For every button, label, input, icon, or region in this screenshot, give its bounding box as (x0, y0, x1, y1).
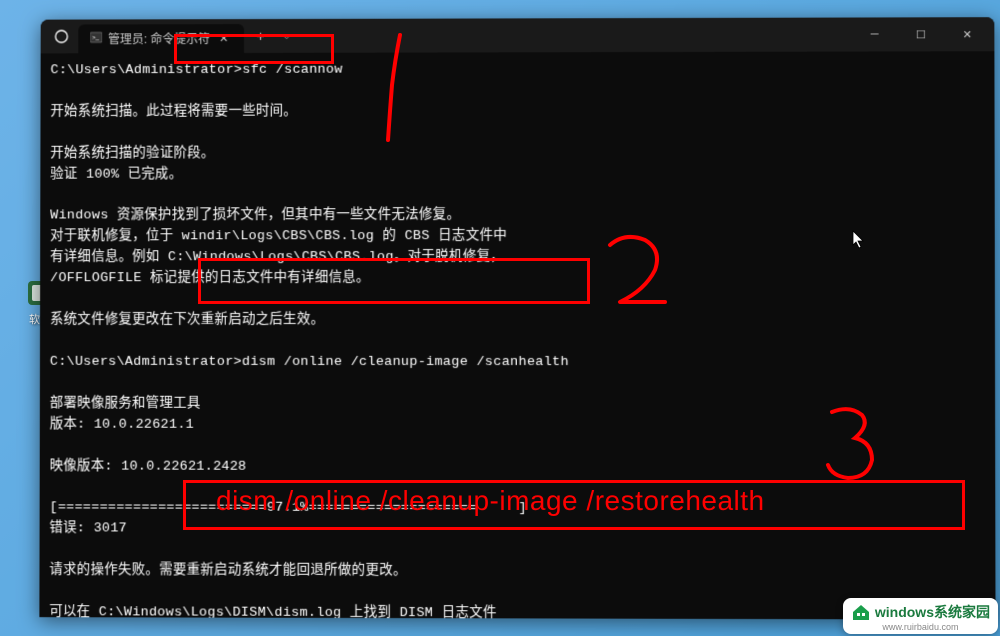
output-line: 有详细信息。例如 C:\Windows\Logs\CBS\CBS.log。对于脱… (50, 250, 504, 265)
output-line: 开始系统扫描的验证阶段。 (50, 146, 214, 161)
terminal-output[interactable]: C:\Users\Administrator>sfc /scannow 开始系统… (39, 51, 995, 619)
minimize-button[interactable]: ─ (852, 18, 898, 50)
active-tab[interactable]: >_ 管理员: 命令提示符 ✕ (78, 24, 243, 53)
close-button[interactable]: ✕ (944, 18, 990, 50)
tab-close-button[interactable]: ✕ (216, 30, 232, 46)
output-line: 映像版本: 10.0.22621.2428 (50, 459, 247, 474)
prompt: C:\Users\Administrator> (50, 355, 242, 370)
cmd-icon: >_ (90, 31, 102, 46)
terminal-window: >_ 管理员: 命令提示符 ✕ + ⌵ ─ ☐ ✕ C:\Users\Admin… (39, 17, 995, 619)
output-line: /OFFLOGFILE 标记提供的日志文件中有详细信息。 (50, 271, 370, 286)
output-line: Windows 资源保护找到了损坏文件，但其中有一些文件无法修复。 (50, 209, 460, 224)
prompt: C:\Users\Administrator> (50, 63, 242, 78)
output-line: 部署映像服务和管理工具 (50, 396, 201, 411)
output-line: 验证 100% 已完成。 (50, 167, 182, 182)
watermark: windows系统家园 www.ruirbaidu.com (843, 598, 998, 634)
progress-bar: [=========================97.1%=========… (50, 501, 527, 517)
new-tab-button[interactable]: + (248, 23, 274, 49)
svg-text:>_: >_ (92, 35, 99, 41)
app-icon (53, 28, 71, 46)
tab-dropdown[interactable]: ⌵ (274, 30, 300, 41)
tab-title: 管理员: 命令提示符 (108, 30, 210, 47)
house-icon (851, 602, 871, 622)
command-text: sfc /scannow (242, 63, 342, 78)
output-line: 请求的操作失败。需要重新启动系统才能回退所做的更改。 (49, 563, 406, 579)
output-line: 对于联机修复，位于 windir\Logs\CBS\CBS.log 的 CBS … (50, 229, 507, 244)
command-text: dism /online /cleanup-image /scanhealth (242, 355, 569, 370)
watermark-title: windows系统家园 (875, 602, 990, 622)
titlebar[interactable]: >_ 管理员: 命令提示符 ✕ + ⌵ ─ ☐ ✕ (41, 17, 995, 53)
output-line: 可以在 C:\Windows\Logs\DISM\dism.log 上找到 DI… (49, 605, 496, 619)
output-line: 开始系统扫描。此过程将需要一些时间。 (50, 104, 297, 119)
watermark-url: www.ruirbaidu.com (882, 622, 958, 632)
output-line: 错误: 3017 (49, 522, 127, 537)
maximize-button[interactable]: ☐ (898, 18, 944, 50)
output-line: 版本: 10.0.22621.1 (50, 417, 194, 432)
output-line: 系统文件修复更改在下次重新启动之后生效。 (50, 313, 324, 328)
